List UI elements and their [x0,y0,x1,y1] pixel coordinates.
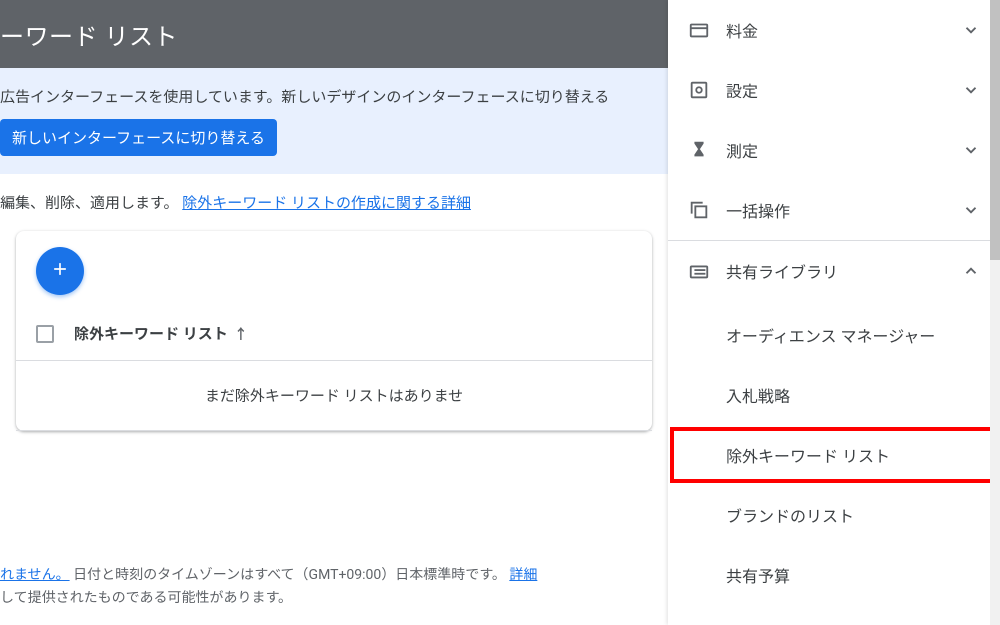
sub-item-audience-manager[interactable]: オーディエンス マネージャー [668,305,1000,365]
main-content: ーワード リスト 広告インターフェースを使用しています。新しいデザインのインター… [0,0,668,625]
nav-label: 設定 [726,78,946,102]
nav-label: 共有ライブラリ [726,259,946,283]
hourglass-icon [688,139,710,161]
switch-interface-button[interactable]: 新しいインターフェースに切り替える [0,119,277,156]
nav-item-settings[interactable]: 設定 [668,60,1000,120]
footer-line-1: れません。 日付と時刻のタイムゾーンはすべて（GMT+09:00）日本標準時です… [0,564,668,586]
nav-item-billing[interactable]: 料金 [668,0,1000,60]
sub-item-label: オーディエンス マネージャー [726,323,935,347]
gear-icon [688,79,710,101]
footer-disclaimer: れません。 日付と時刻のタイムゾーンはすべて（GMT+09:00）日本標準時です… [0,556,668,625]
sub-item-label: ブランドのリスト [726,503,854,527]
list-card: 除外キーワード リスト ↑ まだ除外キーワード リストはありませ [16,231,652,431]
chevron-down-icon [962,201,980,219]
intro-text: 編集、削除、適用します。 [0,194,182,212]
add-list-button[interactable] [36,247,84,295]
sub-item-label: 共有予算 [726,563,790,587]
page-header: ーワード リスト [0,0,668,68]
footer-text-1: 日付と時刻のタイムゾーンはすべて（GMT+09:00）日本標準時です。 [70,567,510,583]
sub-item-bid-strategies[interactable]: 入札戦略 [668,365,1000,425]
sub-item-brand-lists[interactable]: ブランドのリスト [668,485,1000,545]
footer-link-1[interactable]: れません。 [0,567,70,583]
nav-label: 測定 [726,138,946,162]
nav-item-measurement[interactable]: 測定 [668,120,1000,180]
chevron-down-icon [962,141,980,159]
nav-label: 料金 [726,18,946,42]
nav-item-bulk-actions[interactable]: 一括操作 [668,180,1000,240]
page-title: ーワード リスト [0,17,178,52]
column-header-label: 除外キーワード リスト [74,323,228,344]
interface-switch-notice: 広告インターフェースを使用しています。新しいデザインのインターフェースに切り替え… [0,68,668,174]
footer-line-2: して提供されたものである可能性があります。 [0,587,668,609]
column-header-name[interactable]: 除外キーワード リスト ↑ [74,323,248,344]
sub-item-negative-keyword-lists[interactable]: 除外キーワード リスト [668,425,1000,485]
learn-more-link[interactable]: 除外キーワード リストの作成に関する詳細 [182,194,471,212]
scrollbar-thumb[interactable] [990,0,1000,260]
chevron-down-icon [962,81,980,99]
stack-icon [688,199,710,221]
library-icon [688,260,710,282]
empty-state-message: まだ除外キーワード リストはありませ [16,361,652,431]
sub-item-label: 入札戦略 [726,383,790,407]
sub-item-label: 除外キーワード リスト [726,443,890,467]
nav-sidebar: 料金 設定 測定 一括操作 共有 [668,0,1000,625]
sub-item-shared-budgets[interactable]: 共有予算 [668,545,1000,605]
plus-icon [50,259,70,283]
credit-card-icon [688,19,710,41]
table-header-row: 除外キーワード リスト ↑ [16,307,652,361]
chevron-down-icon [962,21,980,39]
shared-library-subitems: オーディエンス マネージャー 入札戦略 除外キーワード リスト ブランドのリスト… [668,301,1000,609]
chevron-up-icon [962,262,980,280]
notice-text: 広告インターフェースを使用しています。新しいデザインのインターフェースに切り替え… [0,86,668,107]
footer-more-link[interactable]: 詳細 [509,567,537,583]
sort-ascending-icon: ↑ [234,324,248,344]
nav-label: 一括操作 [726,198,946,222]
select-all-checkbox[interactable] [36,325,54,343]
sidebar-scrollbar[interactable] [990,0,1000,625]
intro-line: 編集、削除、適用します。 除外キーワード リストの作成に関する詳細 [0,174,668,231]
nav-item-shared-library[interactable]: 共有ライブラリ [668,241,1000,301]
